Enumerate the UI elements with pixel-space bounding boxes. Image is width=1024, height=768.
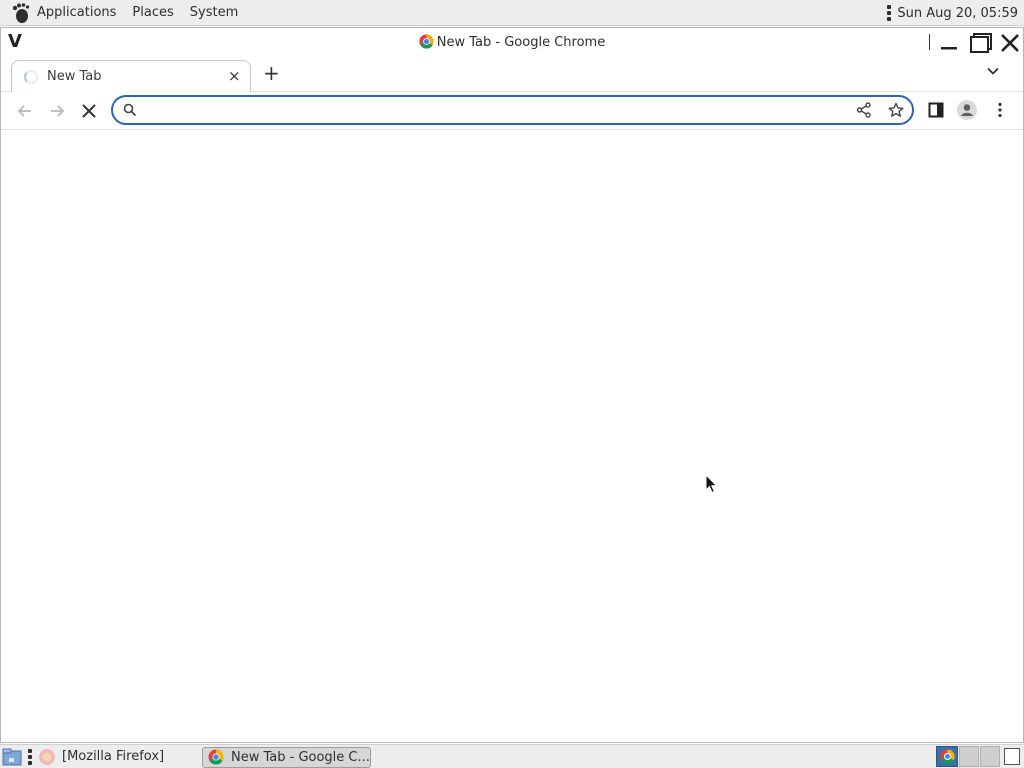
gnome-foot-icon[interactable]	[9, 2, 31, 24]
workspace-2[interactable]	[959, 746, 979, 767]
workspace-chrome-icon	[940, 749, 955, 764]
address-input[interactable]	[143, 101, 843, 119]
menu-places[interactable]: Places	[132, 5, 173, 20]
close-window-icon[interactable]	[999, 32, 1021, 54]
loading-spinner-icon	[24, 70, 38, 84]
more-menu-icon[interactable]	[991, 101, 1009, 119]
title-bar[interactable]: V New Tab - Google Chrome	[1, 28, 1023, 58]
chrome-taskbar-icon	[208, 749, 224, 765]
menu-system[interactable]: System	[190, 5, 238, 20]
minimize-icon[interactable]	[939, 34, 959, 52]
show-desktop-icon[interactable]	[2, 748, 22, 766]
workspace-1[interactable]	[936, 746, 958, 767]
taskbar-item-chrome[interactable]: New Tab - Google C...	[202, 747, 371, 768]
forward-icon[interactable]	[46, 100, 68, 122]
bookmark-star-icon[interactable]	[888, 102, 904, 118]
tab-new-tab[interactable]: New Tab ×	[11, 60, 251, 92]
chrome-window: V New Tab - Google Chrome New Tab × +	[0, 27, 1024, 743]
address-bar[interactable]	[111, 95, 914, 125]
tab-close-icon[interactable]: ×	[228, 67, 241, 85]
chrome-logo-icon	[419, 34, 434, 49]
panel-right: Sun Aug 20, 05:59	[887, 0, 1018, 26]
controls-separator	[929, 34, 930, 50]
tab-search-chevron-icon[interactable]	[986, 64, 1000, 78]
search-icon	[123, 103, 137, 117]
taskbar-handle-icon[interactable]	[28, 749, 32, 765]
back-icon[interactable]	[14, 100, 36, 122]
panel-handle-icon[interactable]	[887, 5, 892, 21]
window-title: New Tab - Google Chrome	[436, 35, 606, 50]
workspace-3[interactable]	[980, 746, 1000, 767]
taskbar-item-firefox[interactable]: [Mozilla Firefox]	[39, 747, 165, 768]
stop-loading-icon[interactable]	[78, 100, 100, 122]
trash-applet-icon[interactable]	[1004, 748, 1020, 765]
top-panel: Applications Places System Sun Aug 20, 0…	[0, 0, 1024, 26]
mouse-cursor-icon	[705, 474, 718, 494]
tab-strip: New Tab × +	[1, 58, 1023, 92]
page-content[interactable]	[1, 131, 1023, 742]
taskbar-chrome-label: New Tab - Google C...	[231, 750, 370, 765]
clock[interactable]: Sun Aug 20, 05:59	[897, 6, 1018, 21]
new-tab-button[interactable]: +	[263, 61, 280, 85]
tab-label: New Tab	[47, 69, 102, 84]
menu-applications[interactable]: Applications	[37, 5, 116, 20]
taskbar-firefox-label: [Mozilla Firefox]	[62, 749, 165, 764]
window-title-wrap: New Tab - Google Chrome	[1, 34, 1023, 50]
maximize-icon[interactable]	[969, 32, 993, 54]
bottom-taskbar: [Mozilla Firefox] New Tab - Google C...	[0, 744, 1024, 768]
share-icon[interactable]	[856, 102, 872, 118]
toolbar	[1, 92, 1023, 130]
profile-avatar-icon[interactable]	[956, 99, 978, 121]
firefox-icon	[39, 749, 55, 765]
side-panel-icon[interactable]	[928, 102, 944, 118]
